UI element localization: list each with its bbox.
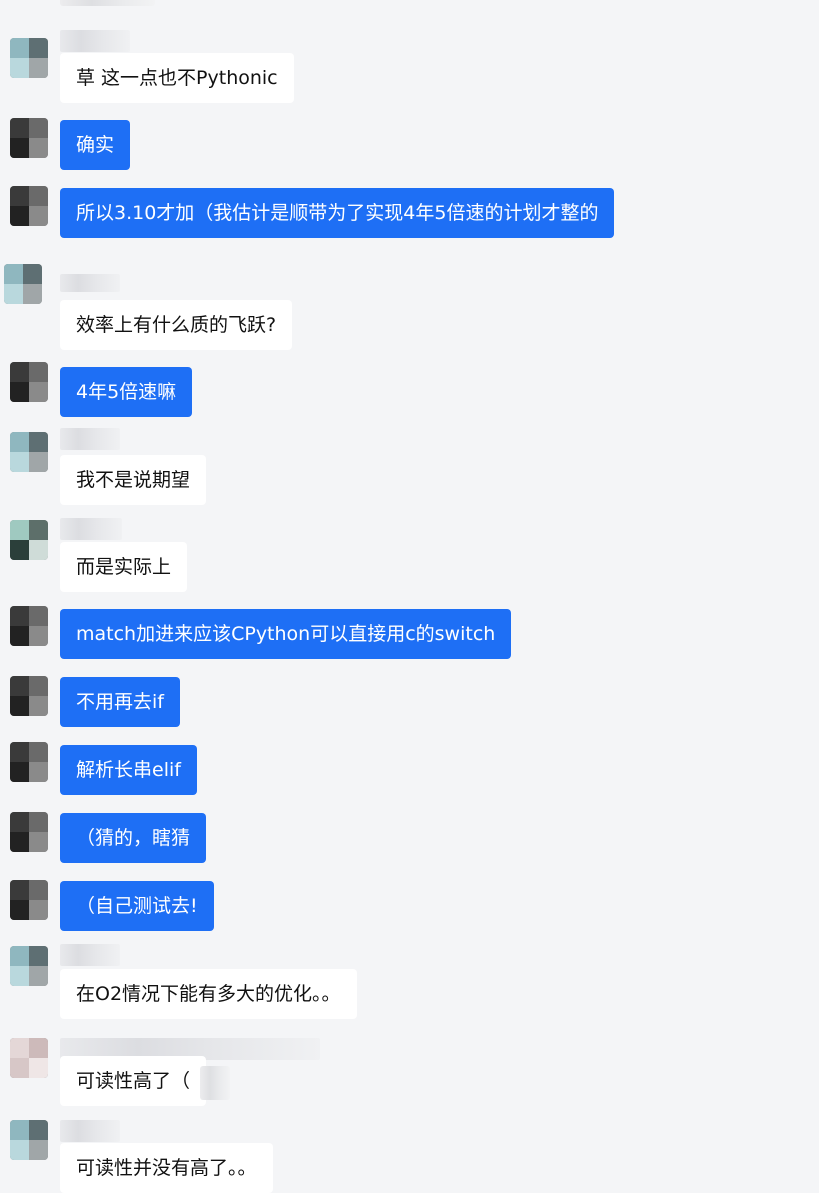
nickname-blurred — [60, 518, 122, 540]
avatar[interactable] — [10, 186, 48, 226]
avatar[interactable] — [10, 362, 48, 402]
message-bubble[interactable]: （猜的，瞎猜 — [60, 813, 207, 863]
message-bubble[interactable]: 可读性高了（ — [60, 1056, 207, 1106]
avatar[interactable] — [10, 812, 48, 852]
avatar[interactable] — [10, 606, 48, 646]
nickname-blurred — [60, 30, 130, 52]
avatar[interactable] — [10, 1120, 48, 1160]
message-bubble[interactable]: 而是实际上 — [60, 542, 188, 592]
message-bubble[interactable]: 所以3.10才加（我估计是顺带为了实现4年5倍速的计划才整的 — [60, 188, 615, 238]
avatar[interactable] — [10, 38, 48, 78]
avatar[interactable] — [10, 676, 48, 716]
avatar[interactable] — [4, 264, 42, 304]
message-bubble[interactable]: 可读性并没有高了。。 — [60, 1143, 273, 1193]
message-bubble[interactable]: 4年5倍速嘛 — [60, 367, 193, 417]
message-bubble[interactable]: 确实 — [60, 120, 131, 170]
nickname-blurred — [60, 1120, 120, 1142]
message-bubble[interactable]: 我不是说期望 — [60, 455, 207, 505]
message-bubble[interactable]: 草 这一点也不Pythonic — [60, 53, 294, 103]
avatar[interactable] — [10, 880, 48, 920]
message-bubble[interactable]: 效率上有什么质的飞跃? — [60, 300, 293, 350]
chat-window: { "messages": [ {"sender": "other", "tex… — [0, 0, 819, 1193]
nickname-blurred — [60, 944, 120, 966]
avatar[interactable] — [10, 118, 48, 158]
nickname-blurred — [60, 274, 120, 292]
nickname-blurred — [60, 428, 120, 450]
message-bubble[interactable]: 在O2情况下能有多大的优化。。 — [60, 969, 357, 1019]
blurred-overlay — [200, 1066, 230, 1100]
avatar[interactable] — [10, 432, 48, 472]
message-bubble[interactable]: （自己测试去! — [60, 881, 214, 931]
avatar[interactable] — [10, 1038, 48, 1078]
avatar[interactable] — [10, 742, 48, 782]
message-bubble[interactable]: 解析长串elif — [60, 745, 197, 795]
message-bubble[interactable]: match加进来应该CPython可以直接用c的switch — [60, 609, 512, 659]
message-bubble[interactable]: 不用再去if — [60, 677, 180, 727]
avatar[interactable] — [10, 946, 48, 986]
blurred-top-remnant — [60, 0, 155, 6]
avatar[interactable] — [10, 520, 48, 560]
